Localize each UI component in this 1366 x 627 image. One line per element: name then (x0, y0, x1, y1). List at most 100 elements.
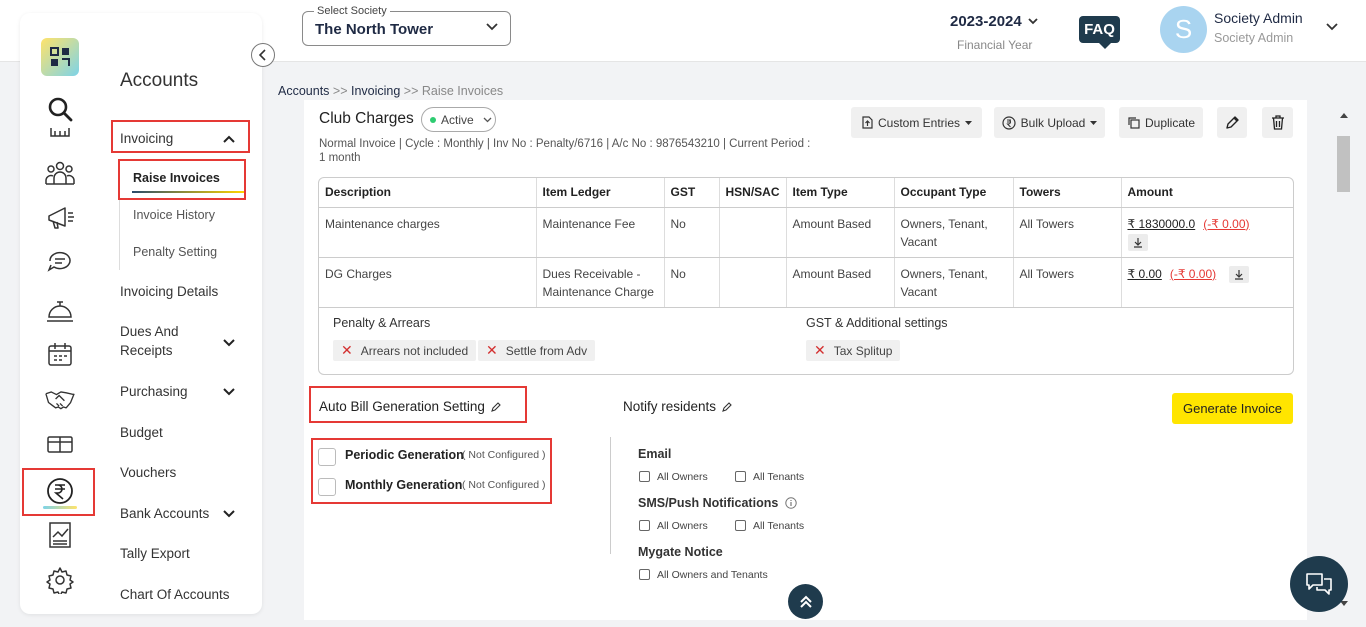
column-header: Item Type (786, 178, 895, 208)
edit-button[interactable] (1217, 107, 1247, 138)
menu-item-invoicing[interactable]: Invoicing (120, 131, 173, 146)
building-icon[interactable] (45, 126, 75, 138)
duplicate-button[interactable]: Duplicate (1119, 107, 1203, 138)
submenu-item-raise-invoices[interactable]: Raise Invoices (133, 171, 220, 185)
download-icon[interactable] (1127, 233, 1148, 251)
monthly-generation-checkbox[interactable] (318, 478, 336, 496)
chevron-down-icon[interactable] (223, 339, 235, 347)
financial-year-value: 2023-2024 (950, 13, 1022, 30)
amount-value[interactable]: ₹ 1830000.0 (1128, 217, 1196, 231)
sms-all-tenants-checkbox[interactable] (735, 520, 746, 531)
periodic-generation-checkbox[interactable] (318, 448, 336, 466)
faq-button[interactable]: FAQ (1079, 16, 1120, 49)
notify-residents-label: Notify residents (623, 399, 717, 414)
menu-item-dues-line2: Receipts (120, 343, 173, 358)
email-all-tenants-checkbox[interactable] (735, 471, 746, 482)
settings-icon[interactable] (45, 565, 75, 595)
menu-item-dues-line1: Dues And (120, 324, 179, 339)
mygate-all-checkbox[interactable] (639, 569, 650, 580)
chip-arrears-not-included: ✕ Arrears not included (333, 340, 477, 361)
breadcrumb-accounts[interactable]: Accounts (278, 84, 329, 98)
periodic-generation-label: Periodic Generation (345, 448, 464, 462)
chip-settle-from-adv: ✕ Settle from Adv (478, 340, 596, 361)
penalty-arrears-label: Penalty & Arrears (333, 316, 431, 330)
bulk-upload-button[interactable]: Bulk Upload (994, 107, 1105, 138)
pencil-icon[interactable] (721, 401, 732, 412)
megaphone-icon[interactable] (45, 203, 75, 233)
menu-item-bank-accounts[interactable]: Bank Accounts (120, 506, 209, 521)
chat-support-button[interactable] (1290, 556, 1348, 612)
menu-item-invoicing-details[interactable]: Invoicing Details (120, 284, 218, 299)
amount-adjustment[interactable]: (-₹ 0.00) (1203, 217, 1249, 231)
scrollbar-thumb[interactable] (1337, 136, 1350, 192)
menu-item-budget[interactable]: Budget (120, 425, 163, 440)
ticket-icon[interactable] (45, 429, 75, 459)
submenu-item-invoice-history[interactable]: Invoice History (133, 208, 215, 222)
avatar[interactable]: S (1160, 6, 1207, 53)
info-icon[interactable] (785, 497, 797, 509)
chevron-down-icon[interactable] (223, 388, 235, 396)
amount-value[interactable]: ₹ 0.00 (1128, 267, 1162, 281)
notify-residents-title[interactable]: Notify residents (623, 399, 732, 414)
email-all-owners-checkbox[interactable] (639, 471, 650, 482)
menu-item-tally-export[interactable]: Tally Export (120, 546, 190, 561)
handshake-icon[interactable] (45, 384, 75, 414)
pencil-icon[interactable] (490, 401, 501, 412)
scroll-to-top-button[interactable] (788, 584, 823, 619)
chip-label: Settle from Adv (505, 343, 588, 358)
menu-item-dues-and-receipts[interactable]: Dues And Receipts (120, 324, 179, 358)
section-divider (610, 437, 611, 554)
column-header: Description (319, 178, 537, 208)
bell-service-icon[interactable] (45, 295, 75, 325)
cross-icon: ✕ (341, 342, 353, 358)
chevron-up-icon[interactable] (223, 135, 235, 143)
chevron-down-icon[interactable] (223, 510, 235, 518)
collapse-sidebar-button[interactable] (251, 43, 275, 67)
sms-all-owners-checkbox[interactable] (639, 520, 650, 531)
column-header: Amount (1121, 178, 1293, 208)
column-header: Occupant Type (894, 178, 1014, 208)
double-chevron-up-icon (798, 594, 814, 610)
monthly-generation-status: ( Not Configured ) (462, 479, 546, 491)
calendar-icon[interactable] (45, 340, 75, 370)
search-icon[interactable] (45, 94, 75, 124)
email-all-owners-label: All Owners (657, 471, 708, 483)
delete-button[interactable] (1262, 107, 1293, 138)
app-logo[interactable] (41, 38, 79, 76)
society-select-label: Select Society (314, 5, 390, 17)
society-select[interactable]: Select Society The North Tower (302, 5, 511, 46)
rupee-icon[interactable] (45, 476, 75, 506)
user-name: Society Admin (1214, 10, 1303, 26)
chat-icon[interactable] (45, 248, 75, 278)
custom-entries-button[interactable]: Custom Entries (851, 107, 982, 138)
society-select-value: The North Tower (315, 21, 434, 38)
chevron-down-icon (486, 23, 498, 31)
breadcrumb-separator: >> (329, 84, 351, 98)
auto-bill-title[interactable]: Auto Bill Generation Setting (319, 399, 501, 414)
column-header: HSN/SAC (719, 178, 787, 208)
chip-label: Tax Splitup (833, 343, 893, 358)
report-icon[interactable] (45, 520, 75, 550)
cell-hsn (719, 257, 787, 308)
cell-ledger: Maintenance Fee (536, 207, 665, 258)
cell-occupant: Owners, Tenant, Vacant (894, 257, 1014, 308)
community-icon[interactable] (45, 158, 75, 188)
cell-gst: No (664, 207, 720, 258)
menu-item-vouchers[interactable]: Vouchers (120, 465, 176, 480)
menu-item-chart-of-accounts[interactable]: Chart Of Accounts (120, 587, 230, 602)
mygate-all-label: All Owners and Tenants (657, 569, 768, 581)
bulk-upload-label: Bulk Upload (1020, 115, 1086, 130)
mygate-heading: Mygate Notice (638, 545, 723, 559)
amount-adjustment[interactable]: (-₹ 0.00) (1170, 267, 1216, 281)
chevron-down-icon[interactable] (1326, 23, 1338, 31)
menu-item-purchasing[interactable]: Purchasing (120, 384, 188, 399)
generate-invoice-button[interactable]: Generate Invoice (1172, 393, 1293, 424)
cell-gst: No (664, 257, 720, 308)
status-dropdown[interactable]: Active (421, 107, 496, 132)
submenu-item-penalty-setting[interactable]: Penalty Setting (133, 245, 217, 259)
email-all-tenants-label: All Tenants (753, 471, 805, 483)
cell-amount: ₹ 0.00 (-₹ 0.00) (1121, 257, 1293, 308)
financial-year-select[interactable]: 2023-2024 (950, 13, 1038, 30)
breadcrumb-invoicing[interactable]: Invoicing (351, 84, 400, 98)
download-icon[interactable] (1229, 265, 1250, 283)
